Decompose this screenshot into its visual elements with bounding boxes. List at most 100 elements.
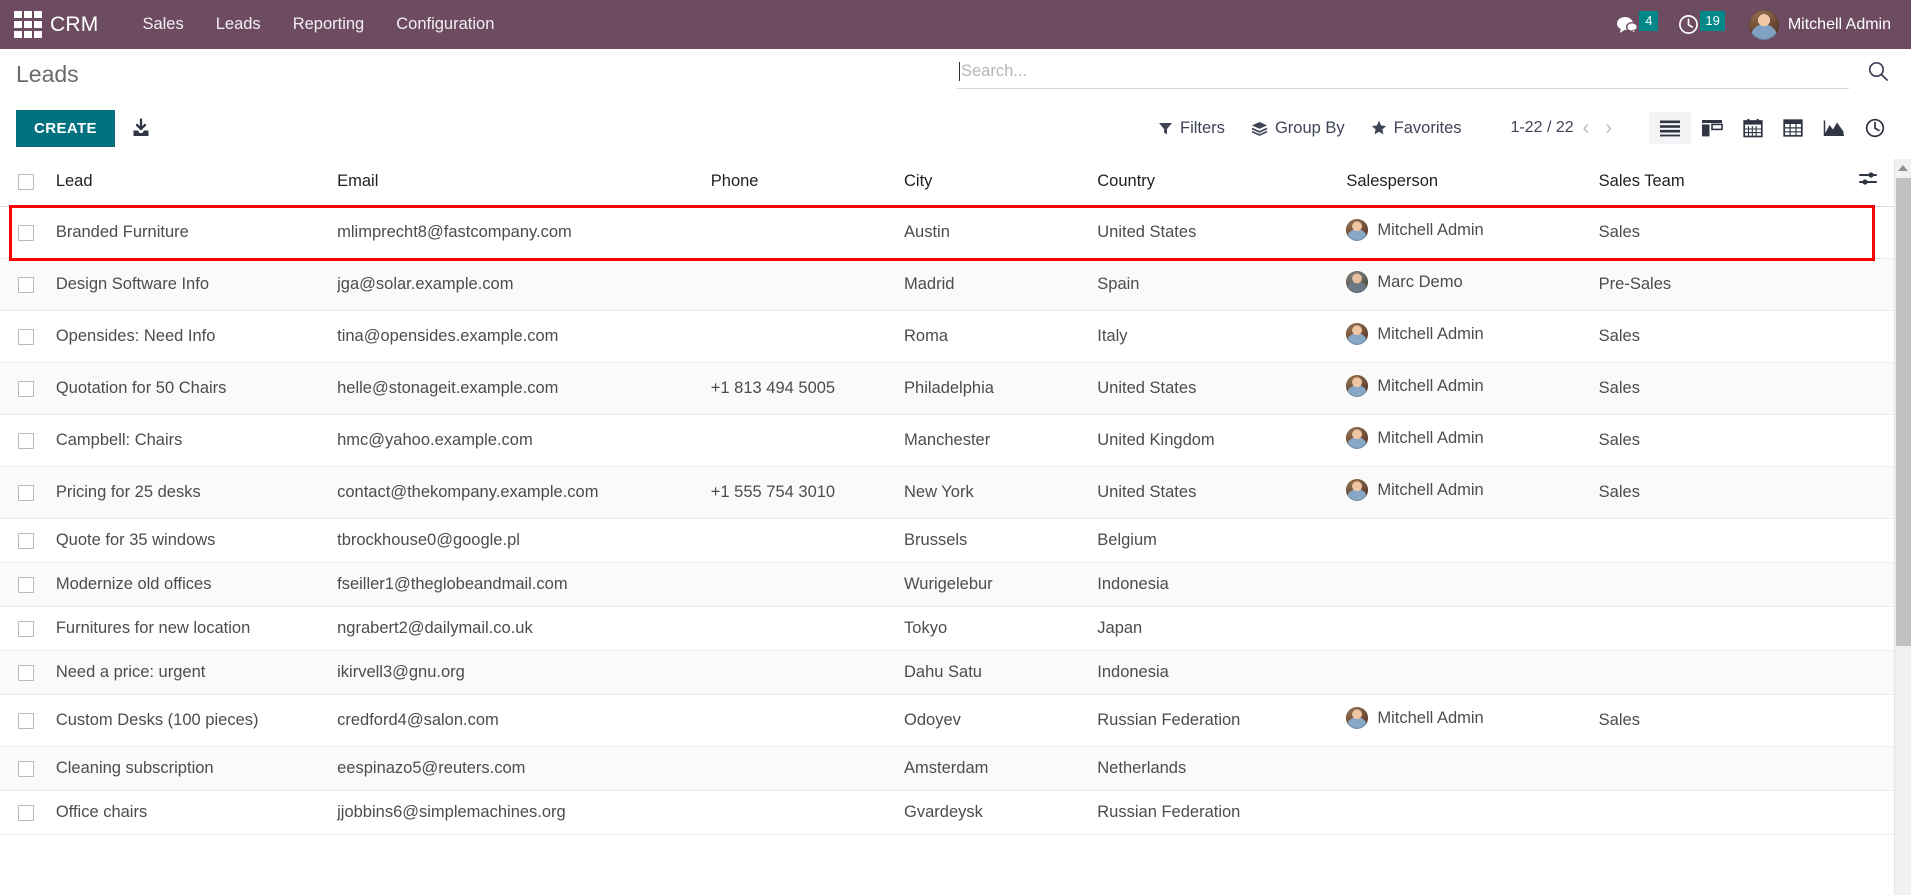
salesperson-name: Mitchell Admin	[1377, 428, 1484, 447]
cell-phone	[710, 650, 905, 695]
top-navbar: CRM Sales Leads Reporting Configuration …	[0, 0, 1911, 49]
menu-item-leads[interactable]: Leads	[200, 2, 277, 47]
clock-icon	[1679, 15, 1699, 34]
row-checkbox[interactable]	[18, 276, 34, 293]
table-row[interactable]: Quote for 35 windows tbrockhouse0@google.…	[0, 518, 1894, 563]
select-all-checkbox[interactable]	[18, 173, 34, 190]
graph-view-button[interactable]	[1813, 112, 1855, 144]
row-checkbox[interactable]	[18, 804, 34, 821]
vertical-scrollbar[interactable]	[1894, 159, 1911, 895]
pivot-view-button[interactable]	[1773, 112, 1813, 144]
menu-item-reporting[interactable]: Reporting	[277, 2, 381, 47]
create-button[interactable]: CREATE	[16, 109, 115, 147]
salesperson-name: Mitchell Admin	[1377, 376, 1484, 395]
row-checkbox[interactable]	[18, 380, 34, 397]
header-country[interactable]: Country	[1097, 159, 1347, 207]
cell-sales-team: Sales	[1598, 414, 1830, 467]
row-checkbox[interactable]	[18, 620, 34, 637]
table-row[interactable]: Pricing for 25 desks contact@thekompany.e…	[0, 466, 1894, 519]
kanban-view-button[interactable]	[1691, 112, 1733, 144]
table-row[interactable]: Office chairs jjobbins6@simplemachines.or…	[0, 790, 1894, 835]
apps-grid-icon[interactable]	[14, 10, 42, 39]
pager-previous-button[interactable]: ‹	[1576, 116, 1597, 140]
cell-salesperson	[1346, 746, 1599, 791]
header-column-options[interactable]	[1829, 159, 1894, 207]
menu-item-sales[interactable]: Sales	[126, 2, 199, 47]
cell-lead: Campbell: Chairs	[55, 414, 338, 467]
cell-sales-team: Sales	[1598, 310, 1830, 363]
messages-button[interactable]: 4	[1606, 0, 1668, 49]
control-panel-tools: Filters Group By Favorites 1-22 / 22 ‹ ›	[1145, 111, 1895, 145]
cell-country: Spain	[1097, 258, 1347, 311]
table-row[interactable]: Cleaning subscription eespinazo5@reuters.…	[0, 746, 1894, 791]
salesperson-name: Marc Demo	[1377, 272, 1463, 291]
cell-email: helle@stonageit.example.com	[337, 362, 711, 415]
row-select-cell	[0, 362, 56, 415]
header-sales-team[interactable]: Sales Team	[1598, 159, 1830, 207]
row-checkbox[interactable]	[18, 712, 34, 729]
table-row[interactable]: Design Software Info jga@solar.example.co…	[0, 258, 1894, 311]
avatar	[1346, 375, 1369, 397]
header-lead[interactable]: Lead	[55, 159, 338, 207]
pager-next-button[interactable]: ›	[1598, 116, 1619, 140]
cell-phone	[710, 606, 905, 651]
row-checkbox[interactable]	[18, 532, 34, 549]
row-checkbox[interactable]	[18, 484, 34, 501]
cell-sales-team	[1598, 562, 1830, 607]
table-row[interactable]: Quotation for 50 Chairs helle@stonageit.e…	[0, 362, 1894, 415]
cell-lead: Pricing for 25 desks	[55, 466, 338, 519]
row-checkbox[interactable]	[18, 328, 34, 345]
menu-item-configuration[interactable]: Configuration	[380, 2, 510, 47]
header-phone[interactable]: Phone	[710, 159, 905, 207]
header-salesperson[interactable]: Salesperson	[1346, 159, 1599, 207]
header-city[interactable]: City	[904, 159, 1098, 207]
activities-button[interactable]: 19	[1668, 0, 1734, 49]
search-box[interactable]	[957, 57, 1849, 89]
table-row[interactable]: Custom Desks (100 pieces) credford4@salon…	[0, 694, 1894, 747]
cell-city: Philadelphia	[904, 362, 1098, 415]
calendar-view-button[interactable]	[1733, 111, 1773, 145]
pager-range: 1-22 / 22	[1510, 119, 1574, 136]
user-menu[interactable]: Mitchell Admin	[1735, 0, 1897, 49]
header-email[interactable]: Email	[337, 159, 711, 207]
list-view-button[interactable]	[1649, 112, 1691, 144]
activity-view-button[interactable]	[1855, 111, 1895, 145]
import-download-icon[interactable]	[131, 118, 151, 138]
chevron-up-icon	[1898, 164, 1908, 171]
scrollbar-thumb[interactable]	[1896, 178, 1911, 646]
row-checkbox[interactable]	[18, 664, 34, 681]
app-brand-crm[interactable]: CRM	[50, 13, 98, 37]
table-row[interactable]: Campbell: Chairs hmc@yahoo.example.com Man…	[0, 414, 1894, 467]
row-select-cell	[0, 694, 56, 747]
cell-salesperson: Mitchell Admin	[1346, 310, 1599, 363]
filters-dropdown[interactable]: Filters	[1145, 113, 1238, 144]
table-row[interactable]: Furnitures for new location ngrabert2@dai…	[0, 606, 1894, 651]
page-title: Leads	[16, 61, 79, 87]
cell-sales-team: Sales	[1598, 466, 1830, 519]
cell-sales-team	[1598, 606, 1830, 651]
table-row[interactable]: Opensides: Need Info tina@opensides.examp…	[0, 310, 1894, 363]
cell-email: hmc@yahoo.example.com	[337, 414, 711, 467]
salesperson: Mitchell Admin	[1346, 375, 1484, 397]
table-row[interactable]: Need a price: urgent ikirvell3@gnu.org Dah…	[0, 650, 1894, 695]
list-icon	[1660, 120, 1680, 137]
cell-country: Japan	[1097, 606, 1347, 651]
row-checkbox[interactable]	[18, 760, 34, 777]
row-checkbox[interactable]	[18, 432, 34, 449]
cell-city: Dahu Satu	[904, 650, 1098, 695]
search-magnifier-icon[interactable]	[1863, 58, 1893, 89]
groupby-dropdown[interactable]: Group By	[1238, 113, 1358, 144]
salesperson: Mitchell Admin	[1346, 479, 1484, 501]
cell-country: Netherlands	[1097, 746, 1347, 791]
table-row[interactable]: Branded Furniture mlimprecht8@fastcompany…	[0, 206, 1894, 259]
row-checkbox[interactable]	[18, 576, 34, 593]
cell-lead: Quote for 35 windows	[55, 518, 338, 563]
cell-email: jjobbins6@simplemachines.org	[337, 790, 711, 835]
scrollbar-up-button[interactable]	[1895, 159, 1911, 176]
filters-label: Filters	[1180, 118, 1225, 137]
row-checkbox[interactable]	[18, 224, 34, 241]
favorites-dropdown[interactable]: Favorites	[1358, 113, 1475, 144]
search-input[interactable]	[961, 62, 1847, 81]
table-row[interactable]: Modernize old offices fseiller1@theglobea…	[0, 562, 1894, 607]
avatar	[1346, 271, 1369, 293]
